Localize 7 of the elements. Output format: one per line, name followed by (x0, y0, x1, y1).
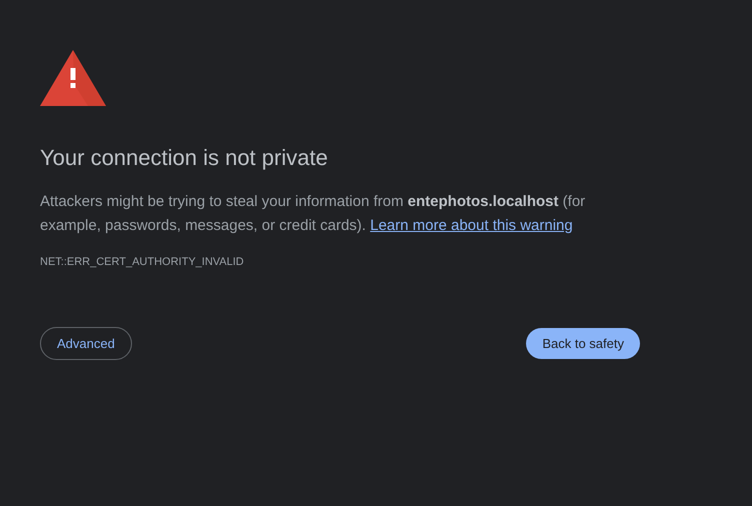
warning-icon (40, 50, 106, 106)
warning-description: Attackers might be trying to steal your information from entephotos.localhost (for example, passwords, messages, or credit cards). Learn more about this warning (40, 192, 586, 236)
error-code: NET::ERR_CERT_AUTHORITY_INVALID (40, 255, 244, 269)
advanced-button[interactable]: Advanced (40, 327, 132, 360)
back-to-safety-button[interactable]: Back to safety (526, 328, 640, 359)
page-heading: Your connection is not private (40, 144, 329, 172)
learn-more-link[interactable]: Learn more about this warning (370, 217, 573, 234)
